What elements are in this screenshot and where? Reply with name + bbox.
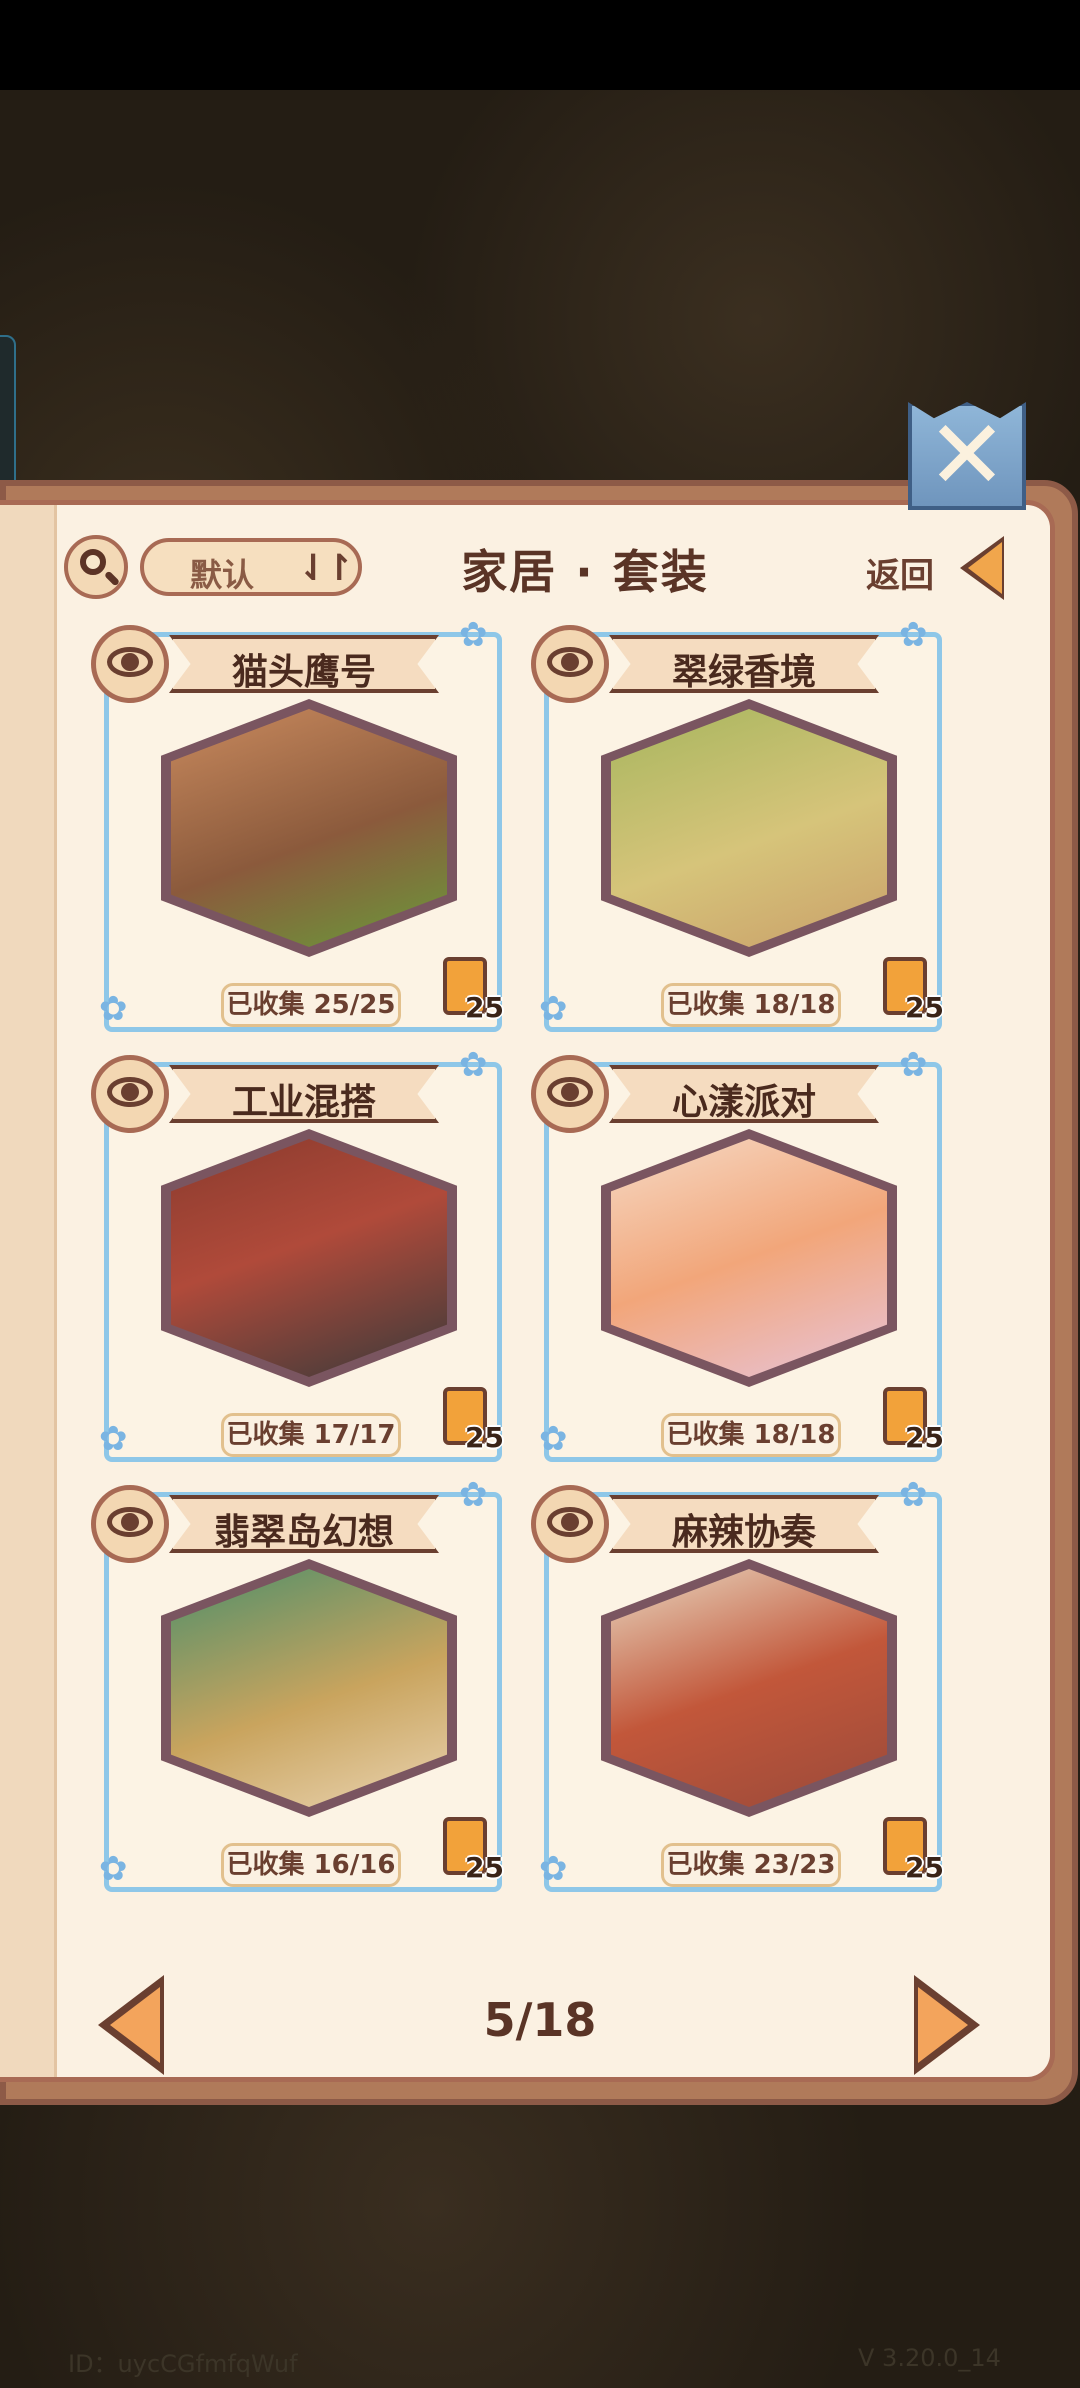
suit-card[interactable]: ✿ ✿ 工业混搭 已收集 17/17 25 [91, 1045, 504, 1462]
suit-name: 麻辣协奏 [671, 1512, 816, 1553]
suit-name-banner: 心漾派对 [609, 1065, 879, 1123]
suit-card[interactable]: ✿ ✿ 翡翠岛幻想 已收集 16/16 25 [91, 1475, 504, 1892]
book-icon: 25 [443, 1817, 504, 1884]
bow-icon: ✿ [899, 1475, 928, 1515]
bow-icon: ✿ [539, 1419, 568, 1459]
suit-name-banner: 工业混搭 [169, 1065, 439, 1123]
search-icon-handle [103, 570, 121, 587]
suit-name: 猫头鹰号 [231, 652, 376, 693]
page-title: 家居 · 套装 [461, 545, 709, 599]
collect-progress: 已收集 25/25 [221, 983, 401, 1027]
book-icon: 25 [443, 957, 504, 1024]
page-indicator: 5/18 [483, 1993, 597, 2047]
bow-icon: ✿ [539, 989, 568, 1029]
collect-progress: 已收集 23/23 [661, 1843, 841, 1887]
book-count: 25 [905, 1421, 944, 1454]
bow-icon: ✿ [459, 1045, 488, 1085]
collect-progress: 已收集 18/18 [661, 983, 841, 1027]
suit-name: 工业混搭 [231, 1082, 376, 1123]
suit-name-banner: 翡翠岛幻想 [169, 1495, 439, 1553]
back-arrow-fill [968, 542, 1002, 594]
version-label: V 3.20.0_14 [858, 2344, 1001, 2372]
collect-progress: 已收集 18/18 [661, 1413, 841, 1457]
suit-name-banner: 麻辣协奏 [609, 1495, 879, 1553]
book-count: 25 [465, 1421, 504, 1454]
suit-card[interactable]: ✿ ✿ 猫头鹰号 已收集 25/25 25 [91, 615, 504, 1032]
book-count: 25 [465, 991, 504, 1024]
back-button[interactable]: 返回 [866, 536, 1006, 600]
close-button[interactable]: ✕ [908, 402, 1026, 510]
search-button[interactable] [64, 535, 128, 599]
preview-eye-button[interactable] [91, 1055, 169, 1133]
book-spine [0, 505, 57, 2077]
collect-progress: 已收集 17/17 [221, 1413, 401, 1457]
bow-icon: ✿ [459, 615, 488, 655]
sort-label: 默认 [190, 556, 255, 594]
book-count: 25 [465, 1851, 504, 1884]
bow-icon: ✿ [539, 1849, 568, 1889]
book-icon: 25 [883, 1387, 944, 1454]
preview-eye-button[interactable] [91, 1485, 169, 1563]
book-count: 25 [905, 1851, 944, 1884]
preview-eye-button[interactable] [91, 625, 169, 703]
preview-eye-button[interactable] [531, 1055, 609, 1133]
bow-icon: ✿ [99, 1849, 128, 1889]
suit-card[interactable]: ✿ ✿ 翠绿香境 已收集 18/18 25 [531, 615, 944, 1032]
suit-name-banner: 猫头鹰号 [169, 635, 439, 693]
bow-icon: ✿ [899, 615, 928, 655]
suit-name-banner: 翠绿香境 [609, 635, 879, 693]
bow-icon: ✿ [899, 1045, 928, 1085]
suit-card[interactable]: ✿ ✿ 心漾派对 已收集 18/18 25 [531, 1045, 944, 1462]
preview-eye-button[interactable] [531, 625, 609, 703]
book-icon: 25 [883, 957, 944, 1024]
status-bar [0, 0, 1080, 90]
suit-card[interactable]: ✿ ✿ 麻辣协奏 已收集 23/23 25 [531, 1475, 944, 1892]
back-label: 返回 [866, 556, 934, 596]
suit-name: 心漾派对 [671, 1082, 816, 1123]
suit-name: 翡翠岛幻想 [213, 1512, 394, 1553]
bow-icon: ✿ [99, 989, 128, 1029]
player-id: ID：uycCGfmfqWuf [68, 2350, 298, 2378]
search-icon [80, 549, 106, 575]
preview-eye-button[interactable] [531, 1485, 609, 1563]
book-icon: 25 [443, 1387, 504, 1454]
suit-name: 翠绿香境 [671, 652, 816, 693]
bow-icon: ✿ [459, 1475, 488, 1515]
book-count: 25 [905, 991, 944, 1024]
sort-dropdown[interactable]: 默认 ⇃↾ [140, 538, 362, 596]
next-page-button[interactable] [914, 1975, 984, 2075]
collect-progress: 已收集 16/16 [221, 1843, 401, 1887]
sort-icon: ⇃↾ [298, 548, 354, 589]
prev-page-button[interactable] [98, 1975, 168, 2075]
close-icon: ✕ [926, 399, 1008, 511]
book-icon: 25 [883, 1817, 944, 1884]
bow-icon: ✿ [99, 1419, 128, 1459]
